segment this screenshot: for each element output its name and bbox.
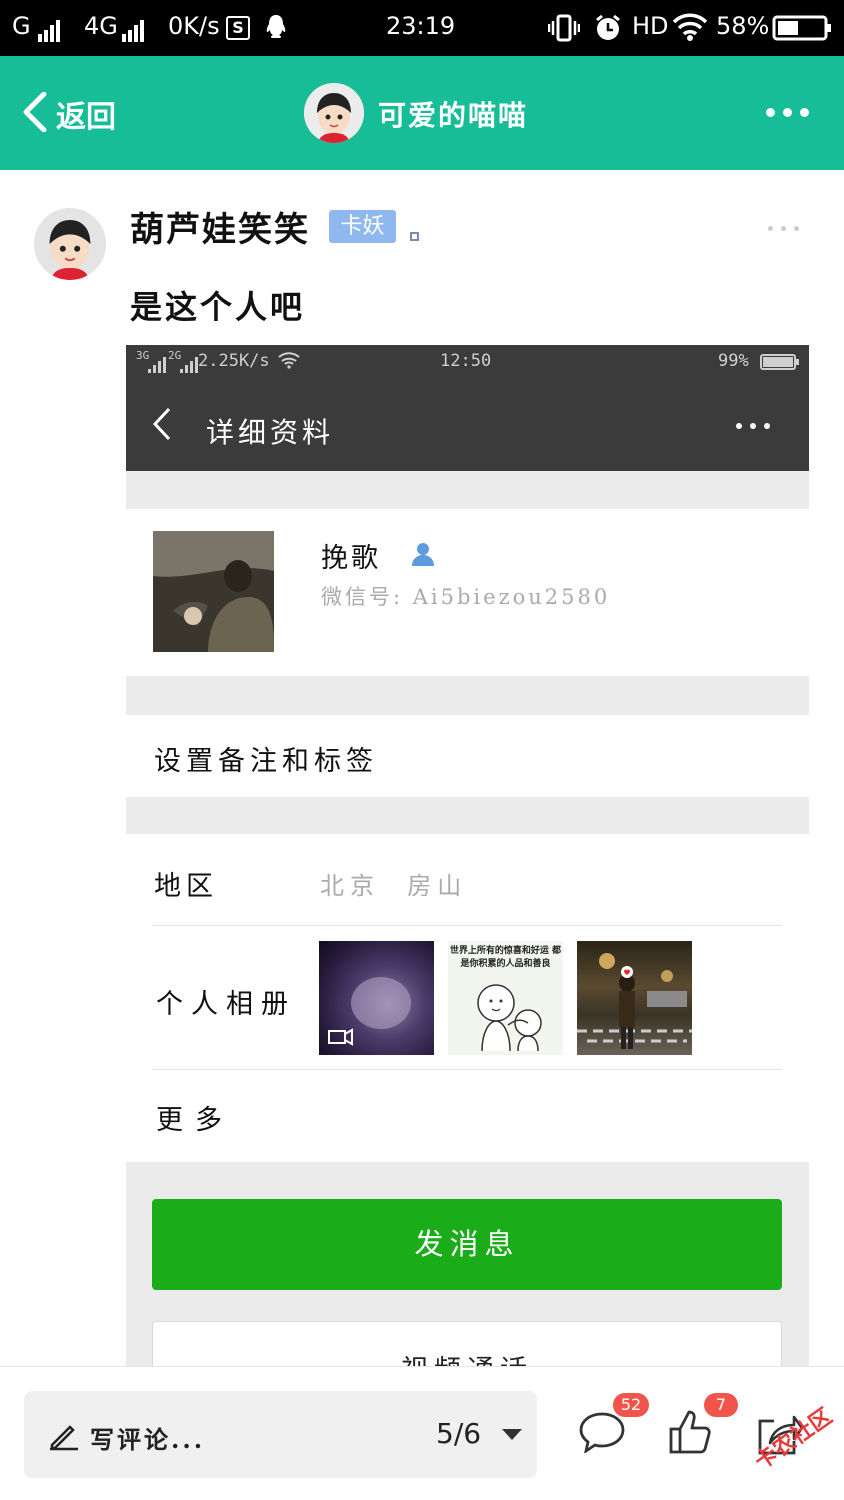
image-more-label: 更多 [156,1105,234,1136]
likes-count-badge: 7 [704,1393,738,1417]
image-divider [152,1069,782,1070]
comments-count-badge: 52 [613,1393,649,1417]
wifi-icon [672,12,708,42]
hd-indicator: HD [632,12,669,40]
image-remark-label: 设置备注和标签 [154,746,378,777]
comments-icon[interactable] [578,1411,626,1455]
image-album-thumb [577,941,692,1055]
header-title: 可爱的喵喵 [378,99,529,132]
pen-icon [48,1419,80,1451]
image-info-panel: 地区 北京 房山 个人相册 世界上所有的惊喜和好运 都是你积累的人品和善良 更多 [126,834,809,1162]
clock-time: 23:19 [386,12,456,40]
image-signal-icon-2 [180,353,200,373]
image-status-bar: 3G 2G 2.25K/s 12:50 99% [126,345,809,379]
back-chevron-icon[interactable] [20,91,50,133]
app-notification-icon: S [226,16,250,40]
image-divider [152,925,782,926]
signal-icon [38,14,62,42]
image-wechat-id: 微信号: Ai5biezou2580 [321,585,611,609]
caret-down-icon[interactable] [502,1429,522,1440]
battery-icon [772,14,832,42]
user-level-badge: 卡妖 [329,210,396,243]
image-clock-time: 12:50 [440,351,492,371]
image-page-title: 详细资料 [206,416,335,449]
network-type-2: 4G [84,12,118,40]
image-wifi-icon [278,351,300,369]
person-icon [410,541,436,567]
battery-percent: 58% [716,12,770,40]
signal-icon-2 [122,14,146,42]
image-send-message-button: 发消息 [152,1199,782,1290]
image-remark-row: 设置备注和标签 [126,715,809,797]
post-author-name[interactable]: 葫芦娃笑笑 [130,202,310,251]
network-speed: 0K/s [168,12,220,40]
comment-input[interactable]: 写评论... 5/6 [24,1391,537,1478]
app-header: 返回 可爱的喵喵 [0,56,844,170]
author-avatar[interactable] [34,208,106,280]
image-profile-photo [153,531,274,652]
post-image[interactable]: 3G 2G 2.25K/s 12:50 99% 详细资料 挽歌 微信号: Ai5… [126,345,809,1367]
image-region-value: 北京 房山 [320,872,468,900]
image-album-thumb [319,941,434,1055]
image-battery-icon [760,353,800,371]
thumbs-up-icon[interactable] [667,1407,713,1455]
image-profile-panel: 挽歌 微信号: Ai5biezou2580 [126,509,809,676]
header-avatar[interactable] [304,83,364,143]
alarm-icon [594,14,622,42]
page-indicator[interactable]: 5/6 [436,1417,481,1450]
image-album-label: 个人相册 [156,989,296,1020]
status-bar: G 4G 0K/s S 23:19 HD 58% [0,0,844,56]
network-type-1: G [12,12,31,40]
post-more-icon[interactable] [768,226,800,232]
bottom-action-bar: 写评论... 5/6 52 7 [0,1366,844,1500]
image-back-chevron-icon [152,407,172,441]
vibrate-icon [547,14,581,42]
image-video-call-button: 视频通话 [152,1321,782,1367]
qq-icon [264,14,288,40]
image-album-thumb: 世界上所有的惊喜和好运 都是你积累的人品和善良 [448,941,563,1055]
image-signal-icon [148,353,168,373]
post-text: 是这个人吧 [130,288,306,326]
more-options-icon[interactable] [766,108,810,118]
back-button[interactable]: 返回 [56,92,116,136]
image-more-icon [736,423,772,431]
small-square-icon [410,232,419,241]
image-profile-name: 挽歌 [321,543,381,574]
comment-placeholder: 写评论... [90,1425,206,1454]
image-speed: 2.25K/s [198,351,270,371]
image-title-bar: 详细资料 [126,379,809,471]
image-battery-percent: 99% [718,351,749,371]
image-region-label: 地区 [154,871,218,902]
